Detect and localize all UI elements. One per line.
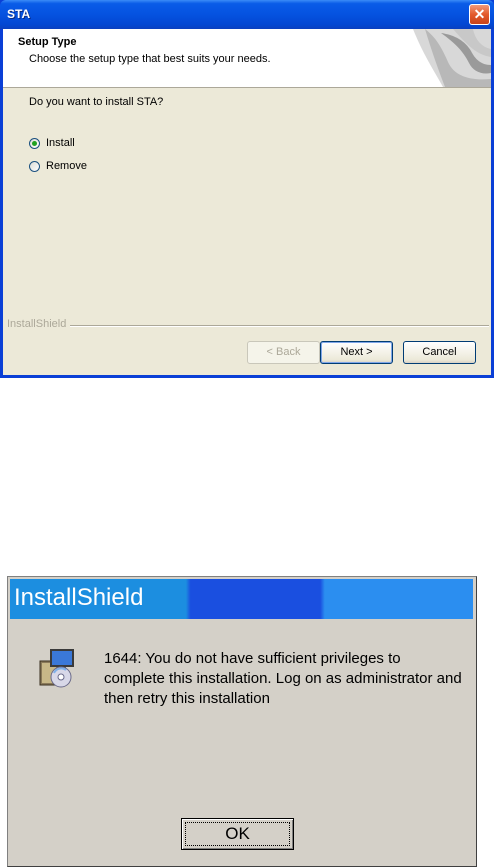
radio-install[interactable] xyxy=(29,137,40,149)
cancel-button[interactable]: Cancel xyxy=(403,341,476,364)
error-dialog-title: InstallShield xyxy=(14,584,144,611)
brand-label: InstallShield xyxy=(7,318,71,330)
option-remove[interactable]: Remove xyxy=(29,160,87,172)
radio-remove[interactable] xyxy=(29,160,40,172)
installer-package-icon xyxy=(39,649,74,688)
back-button[interactable]: < Back xyxy=(247,341,320,364)
brand-divider xyxy=(67,325,489,327)
ok-button[interactable]: OK xyxy=(181,818,294,850)
title-bar[interactable]: STA ✕ xyxy=(0,0,494,29)
installshield-banner-art-icon xyxy=(413,29,491,87)
setup-body: Setup Type Choose the setup type that be… xyxy=(3,29,491,375)
option-remove-label[interactable]: Remove xyxy=(46,160,87,172)
close-button[interactable]: ✕ xyxy=(469,4,490,25)
install-question: Do you want to install STA? xyxy=(29,96,164,108)
option-install[interactable]: Install xyxy=(29,137,75,149)
setup-header: Setup Type Choose the setup type that be… xyxy=(3,29,491,88)
error-message: 1644: You do not have sufficient privile… xyxy=(104,650,462,707)
error-title-bar[interactable]: InstallShield xyxy=(10,579,473,619)
window-title: STA xyxy=(7,7,31,21)
option-install-label[interactable]: Install xyxy=(46,137,75,149)
header-title: Setup Type xyxy=(18,36,77,48)
next-button[interactable]: Next > xyxy=(320,341,393,364)
setup-window: STA ✕ Setup Type Choose the setup type t… xyxy=(0,0,494,378)
header-subtitle: Choose the setup type that best suits yo… xyxy=(29,53,271,65)
error-dialog: InstallShield 1644: You do not have suff… xyxy=(7,576,477,867)
